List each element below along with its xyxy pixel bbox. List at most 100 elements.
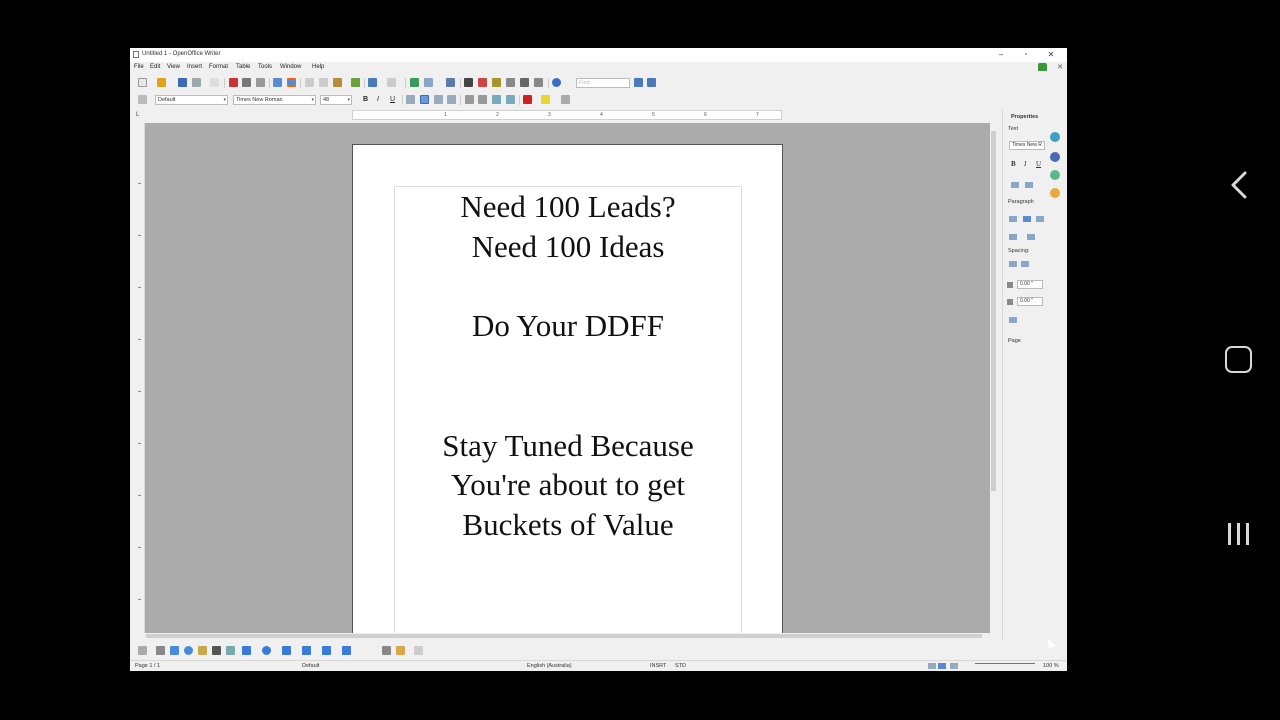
underline-button[interactable]: U bbox=[390, 95, 395, 104]
sidebar-align-right-icon[interactable] bbox=[1036, 216, 1044, 222]
font-size-select[interactable]: 48 ▾ bbox=[320, 95, 352, 105]
document-text-line[interactable]: Stay Tuned Because bbox=[394, 428, 742, 464]
sidebar-font-name-box[interactable]: Times New R bbox=[1009, 141, 1045, 150]
align-center-icon[interactable] bbox=[420, 95, 429, 104]
line-spacing-icon[interactable] bbox=[1009, 317, 1017, 323]
menu-help[interactable]: Help bbox=[312, 64, 324, 70]
find-next-icon[interactable] bbox=[634, 78, 643, 87]
stars-icon[interactable] bbox=[342, 646, 351, 655]
sidebar-section-paragraph[interactable]: Paragraph bbox=[1008, 199, 1034, 205]
vertical-ruler[interactable] bbox=[133, 123, 145, 633]
rectangle-icon[interactable] bbox=[170, 646, 179, 655]
tab-stop-type-icon[interactable]: L bbox=[136, 112, 139, 118]
sidebar-bold-button[interactable]: B bbox=[1011, 160, 1016, 168]
sidebar-numbering-icon[interactable] bbox=[1027, 234, 1035, 240]
sidebar-section-page[interactable]: Page bbox=[1008, 338, 1021, 344]
ellipse-icon[interactable] bbox=[184, 646, 193, 655]
back-icon[interactable] bbox=[1226, 170, 1252, 200]
styles-deck-icon[interactable] bbox=[1050, 152, 1060, 162]
help-icon[interactable] bbox=[552, 78, 561, 87]
horizontal-ruler[interactable]: 1 2 3 4 5 6 7 bbox=[352, 110, 782, 120]
print-icon[interactable] bbox=[242, 78, 251, 87]
decrease-spacing-icon[interactable] bbox=[1021, 261, 1029, 267]
document-text-line[interactable]: Buckets of Value bbox=[394, 507, 742, 543]
menu-file[interactable]: File bbox=[134, 64, 144, 70]
language[interactable]: English (Australia) bbox=[527, 663, 572, 669]
book-view-icon[interactable] bbox=[950, 663, 958, 669]
basic-shapes-icon[interactable] bbox=[242, 646, 251, 655]
justify-icon[interactable] bbox=[447, 95, 456, 104]
close-document-button[interactable]: ✕ bbox=[1057, 63, 1063, 71]
edit-file-icon[interactable] bbox=[210, 78, 219, 87]
home-icon[interactable] bbox=[1225, 346, 1252, 373]
menu-edit[interactable]: Edit bbox=[150, 64, 160, 70]
hyperlink-icon[interactable] bbox=[410, 78, 419, 87]
autospellcheck-icon[interactable] bbox=[287, 78, 296, 87]
recents-icon[interactable] bbox=[1226, 520, 1252, 547]
document-canvas[interactable]: Need 100 Leads? Need 100 Ideas Do Your D… bbox=[145, 123, 990, 633]
sidebar-bullets-icon[interactable] bbox=[1009, 234, 1017, 240]
highlighting-icon[interactable] bbox=[541, 95, 550, 104]
flowcharts-icon[interactable] bbox=[302, 646, 311, 655]
sidebar-align-center-icon[interactable] bbox=[1023, 216, 1031, 222]
page-style[interactable]: Default bbox=[302, 663, 319, 669]
selection-mode[interactable]: STD bbox=[675, 663, 686, 669]
minimize-button[interactable]: – bbox=[995, 50, 1007, 60]
font-grow-icon[interactable] bbox=[1011, 182, 1019, 188]
menu-table[interactable]: Table bbox=[236, 64, 250, 70]
multi-page-view-icon[interactable] bbox=[938, 663, 946, 669]
undo-icon[interactable] bbox=[368, 78, 377, 87]
scrollbar-thumb[interactable] bbox=[146, 634, 982, 638]
find-replace-icon[interactable] bbox=[464, 78, 473, 87]
sidebar-italic-button[interactable]: I bbox=[1024, 160, 1026, 168]
cut-icon[interactable] bbox=[305, 78, 314, 87]
align-left-icon[interactable] bbox=[406, 95, 415, 104]
paragraph-style-select[interactable]: Default ▾ bbox=[155, 95, 228, 105]
gallery-deck-icon[interactable] bbox=[1050, 170, 1060, 180]
italic-button[interactable]: I bbox=[377, 95, 379, 104]
vertical-scrollbar[interactable] bbox=[990, 123, 998, 633]
decrease-indent-icon[interactable] bbox=[492, 95, 501, 104]
callout-shapes-icon[interactable] bbox=[322, 646, 331, 655]
close-window-button[interactable]: ✕ bbox=[1045, 50, 1057, 60]
bold-button[interactable]: B bbox=[363, 95, 368, 104]
properties-deck-icon[interactable] bbox=[1050, 132, 1060, 142]
bullets-icon[interactable] bbox=[478, 95, 487, 104]
select-icon[interactable] bbox=[138, 646, 147, 655]
sidebar-underline-button[interactable]: U bbox=[1036, 160, 1041, 168]
page-count[interactable]: Page 1 / 1 bbox=[135, 663, 160, 669]
redo-icon[interactable] bbox=[387, 78, 396, 87]
menu-tools[interactable]: Tools bbox=[258, 64, 272, 70]
navigator-icon[interactable] bbox=[478, 78, 487, 87]
fontwork-icon[interactable] bbox=[396, 646, 405, 655]
below-paragraph-spacing-input[interactable]: 0.00 " bbox=[1017, 297, 1043, 306]
zoom-slider[interactable] bbox=[975, 663, 1035, 664]
numbering-icon[interactable] bbox=[465, 95, 474, 104]
scrollbar-thumb[interactable] bbox=[991, 131, 996, 491]
spellcheck-icon[interactable] bbox=[273, 78, 282, 87]
zoom-level[interactable]: 100 % bbox=[1043, 663, 1059, 669]
align-right-icon[interactable] bbox=[434, 95, 443, 104]
block-arrows-icon[interactable] bbox=[282, 646, 291, 655]
increase-indent-icon[interactable] bbox=[506, 95, 515, 104]
text-icon[interactable] bbox=[212, 646, 221, 655]
table-icon[interactable] bbox=[424, 78, 433, 87]
increase-spacing-icon[interactable] bbox=[1009, 261, 1017, 267]
menu-format[interactable]: Format bbox=[209, 64, 228, 70]
document-text-line[interactable]: Need 100 Ideas bbox=[394, 229, 742, 265]
horizontal-scrollbar[interactable] bbox=[130, 633, 990, 639]
sidebar-align-left-icon[interactable] bbox=[1009, 216, 1017, 222]
export-pdf-icon[interactable] bbox=[229, 78, 238, 87]
single-page-view-icon[interactable] bbox=[928, 663, 936, 669]
sidebar-section-text[interactable]: Text bbox=[1008, 126, 1018, 132]
background-color-icon[interactable] bbox=[561, 95, 570, 104]
paste-icon[interactable] bbox=[333, 78, 342, 87]
above-paragraph-spacing-input[interactable]: 0.00 " bbox=[1017, 280, 1043, 289]
from-file-icon[interactable] bbox=[382, 646, 391, 655]
styles-formatting-icon[interactable] bbox=[138, 95, 147, 104]
freeform-icon[interactable] bbox=[198, 646, 207, 655]
navigator-deck-icon[interactable] bbox=[1050, 188, 1060, 198]
document-text-line[interactable]: Do Your DDFF bbox=[394, 308, 742, 344]
update-available-icon[interactable] bbox=[1038, 63, 1047, 71]
document-text-line[interactable]: You're about to get bbox=[394, 467, 742, 503]
